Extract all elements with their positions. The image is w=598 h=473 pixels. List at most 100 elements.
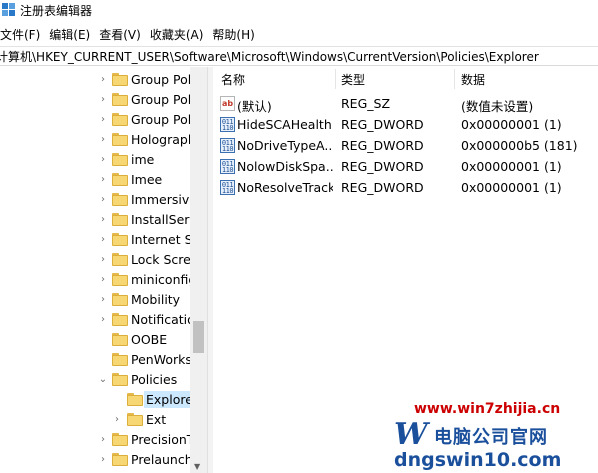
column-header-data[interactable]: 数据 <box>461 71 485 88</box>
tree-item[interactable]: › Group Pol <box>0 69 191 89</box>
tree-item-label: PenWorks <box>131 351 192 367</box>
site-watermark: www.win7zhijia.cn W 电脑公司官网 dngswin10.com <box>394 391 594 471</box>
column-divider[interactable] <box>335 69 336 89</box>
tree-item[interactable]: › Ext <box>0 409 190 429</box>
list-header: 名称 类型 数据 <box>213 67 598 91</box>
folder-icon <box>112 372 128 386</box>
list-row[interactable]: 011 110 NoResolveTrack REG_DWORD 0x000000… <box>213 177 598 198</box>
list-row[interactable]: 011 110 HideSCAHealth REG_DWORD 0x0000000… <box>213 114 598 135</box>
value-data: 0x000000b5 (181) <box>461 138 578 153</box>
menu-favorites[interactable]: 收藏夹(A) <box>150 26 213 43</box>
list-row[interactable]: 011 110 NolowDiskSpa... REG_DWORD 0x00000… <box>213 156 598 177</box>
folder-icon <box>112 252 128 266</box>
scroll-down-arrow-icon[interactable]: ▼ <box>194 462 200 471</box>
value-type: REG_DWORD <box>341 117 424 132</box>
expand-chevron-icon[interactable]: › <box>98 434 108 445</box>
expand-chevron-icon[interactable] <box>98 334 108 344</box>
expand-chevron-icon[interactable]: › <box>98 314 108 325</box>
tree-item[interactable]: › Mobility <box>0 289 190 309</box>
folder-icon <box>112 292 128 306</box>
tree-item[interactable]: ⌄ Policies <box>0 369 190 389</box>
collapse-chevron-icon[interactable]: ⌄ <box>98 374 108 385</box>
tree-item-selected[interactable]: Explore <box>0 389 195 409</box>
tree-item[interactable]: › Notificatio <box>0 309 195 329</box>
title-bar: 注册表编辑器 <box>0 0 598 20</box>
tree-item[interactable]: › Immersive <box>0 189 197 209</box>
tree-item-label: Ext <box>146 411 167 427</box>
expand-chevron-icon[interactable]: › <box>98 94 108 105</box>
folder-icon <box>112 232 128 246</box>
tree-item[interactable]: › Imee <box>0 169 190 189</box>
tree-item[interactable]: PenWorks <box>0 349 192 369</box>
folder-icon <box>112 112 128 126</box>
tree-item-label: Explore <box>144 390 195 408</box>
value-name: NoResolveTrack <box>237 180 333 195</box>
expand-chevron-icon[interactable]: › <box>98 454 108 465</box>
value-data: 0x00000001 (1) <box>461 180 562 195</box>
expand-chevron-icon[interactable]: › <box>98 174 108 185</box>
column-header-type[interactable]: 类型 <box>341 71 365 88</box>
tree-item[interactable]: › Holographi <box>0 129 199 149</box>
value-name: HideSCAHealth <box>237 117 332 132</box>
dword-value-icon: 011 110 <box>220 159 235 174</box>
list-row[interactable]: 011 110 NoDriveTypeA... REG_DWORD 0x00000… <box>213 135 598 156</box>
expand-chevron-icon[interactable]: › <box>98 234 108 245</box>
expand-chevron-icon[interactable]: › <box>98 154 108 165</box>
tree-item[interactable]: OOBE <box>0 329 190 349</box>
scrollbar-thumb[interactable] <box>193 321 204 353</box>
expand-chevron-icon[interactable]: › <box>98 254 108 265</box>
tree-item[interactable]: › PrecisionT <box>0 429 194 449</box>
folder-icon <box>112 352 128 366</box>
tree-item[interactable]: › Lock Scree <box>0 249 199 269</box>
menu-edit[interactable]: 编辑(E) <box>49 26 99 43</box>
folder-icon <box>127 392 143 406</box>
column-divider[interactable] <box>454 69 455 89</box>
watermark-url: www.win7zhijia.cn <box>414 401 561 417</box>
value-type: REG_DWORD <box>341 159 424 174</box>
menu-bar: 文件(F) 编辑(E) 查看(V) 收藏夹(A) 帮助(H) <box>0 24 598 44</box>
list-row[interactable]: ab (默认) REG_SZ (数值未设置) <box>213 93 598 114</box>
tree-vertical-scrollbar[interactable]: ▼ <box>190 67 207 473</box>
folder-icon <box>112 132 128 146</box>
address-bar[interactable]: 计算机\HKEY_CURRENT_USER\Software\Microsoft… <box>0 46 598 66</box>
folder-icon <box>112 332 128 346</box>
tree-item-label: PrecisionT <box>131 431 195 447</box>
tree-item[interactable]: › Group Pol <box>0 89 192 109</box>
menu-help[interactable]: 帮助(H) <box>212 26 263 43</box>
folder-icon <box>112 272 128 286</box>
expand-chevron-icon[interactable] <box>98 354 108 364</box>
expand-chevron-icon[interactable]: › <box>98 274 108 285</box>
expand-chevron-icon[interactable]: › <box>98 214 108 225</box>
tree-item[interactable]: › Group Pol <box>0 109 191 129</box>
folder-icon <box>112 92 128 106</box>
expand-chevron-icon[interactable]: › <box>98 294 108 305</box>
tree-item-label: miniconfig <box>131 271 197 287</box>
tree-item[interactable]: › Internet Se <box>0 229 200 249</box>
string-value-icon: ab <box>220 96 235 111</box>
address-path[interactable]: 计算机\HKEY_CURRENT_USER\Software\Microsoft… <box>0 48 539 65</box>
tree-item-label: Immersive <box>131 191 197 207</box>
value-type: REG_SZ <box>341 96 391 111</box>
expand-chevron-icon[interactable]: › <box>98 134 108 145</box>
tree-item[interactable]: › ime <box>0 149 190 169</box>
folder-icon <box>127 412 143 426</box>
expand-chevron-icon[interactable]: › <box>98 194 108 205</box>
tree-item[interactable]: › miniconfig <box>0 269 196 289</box>
watermark-domain: dngswin10.com <box>394 449 562 471</box>
tree-item-label: Notificatio <box>131 311 195 327</box>
expand-chevron-icon[interactable]: › <box>98 74 108 85</box>
expand-chevron-icon[interactable] <box>112 394 122 404</box>
column-header-name[interactable]: 名称 <box>221 71 245 88</box>
value-name: NolowDiskSpa... <box>237 159 333 174</box>
folder-icon <box>112 152 128 166</box>
registry-tree[interactable]: › Group Pol › Group Pol › Group Pol › Ho… <box>0 67 207 473</box>
tree-item-label: Group Pol <box>131 91 192 107</box>
watermark-logo-letter: W <box>394 417 428 452</box>
expand-chevron-icon[interactable]: › <box>98 114 108 125</box>
folder-icon <box>112 432 128 446</box>
menu-view[interactable]: 查看(V) <box>99 26 150 43</box>
expand-chevron-icon[interactable]: › <box>112 414 122 425</box>
tree-item[interactable]: › Prelaunch <box>0 449 193 469</box>
tree-item[interactable]: › InstallServ <box>0 209 197 229</box>
menu-file[interactable]: 文件(F) <box>0 26 49 43</box>
